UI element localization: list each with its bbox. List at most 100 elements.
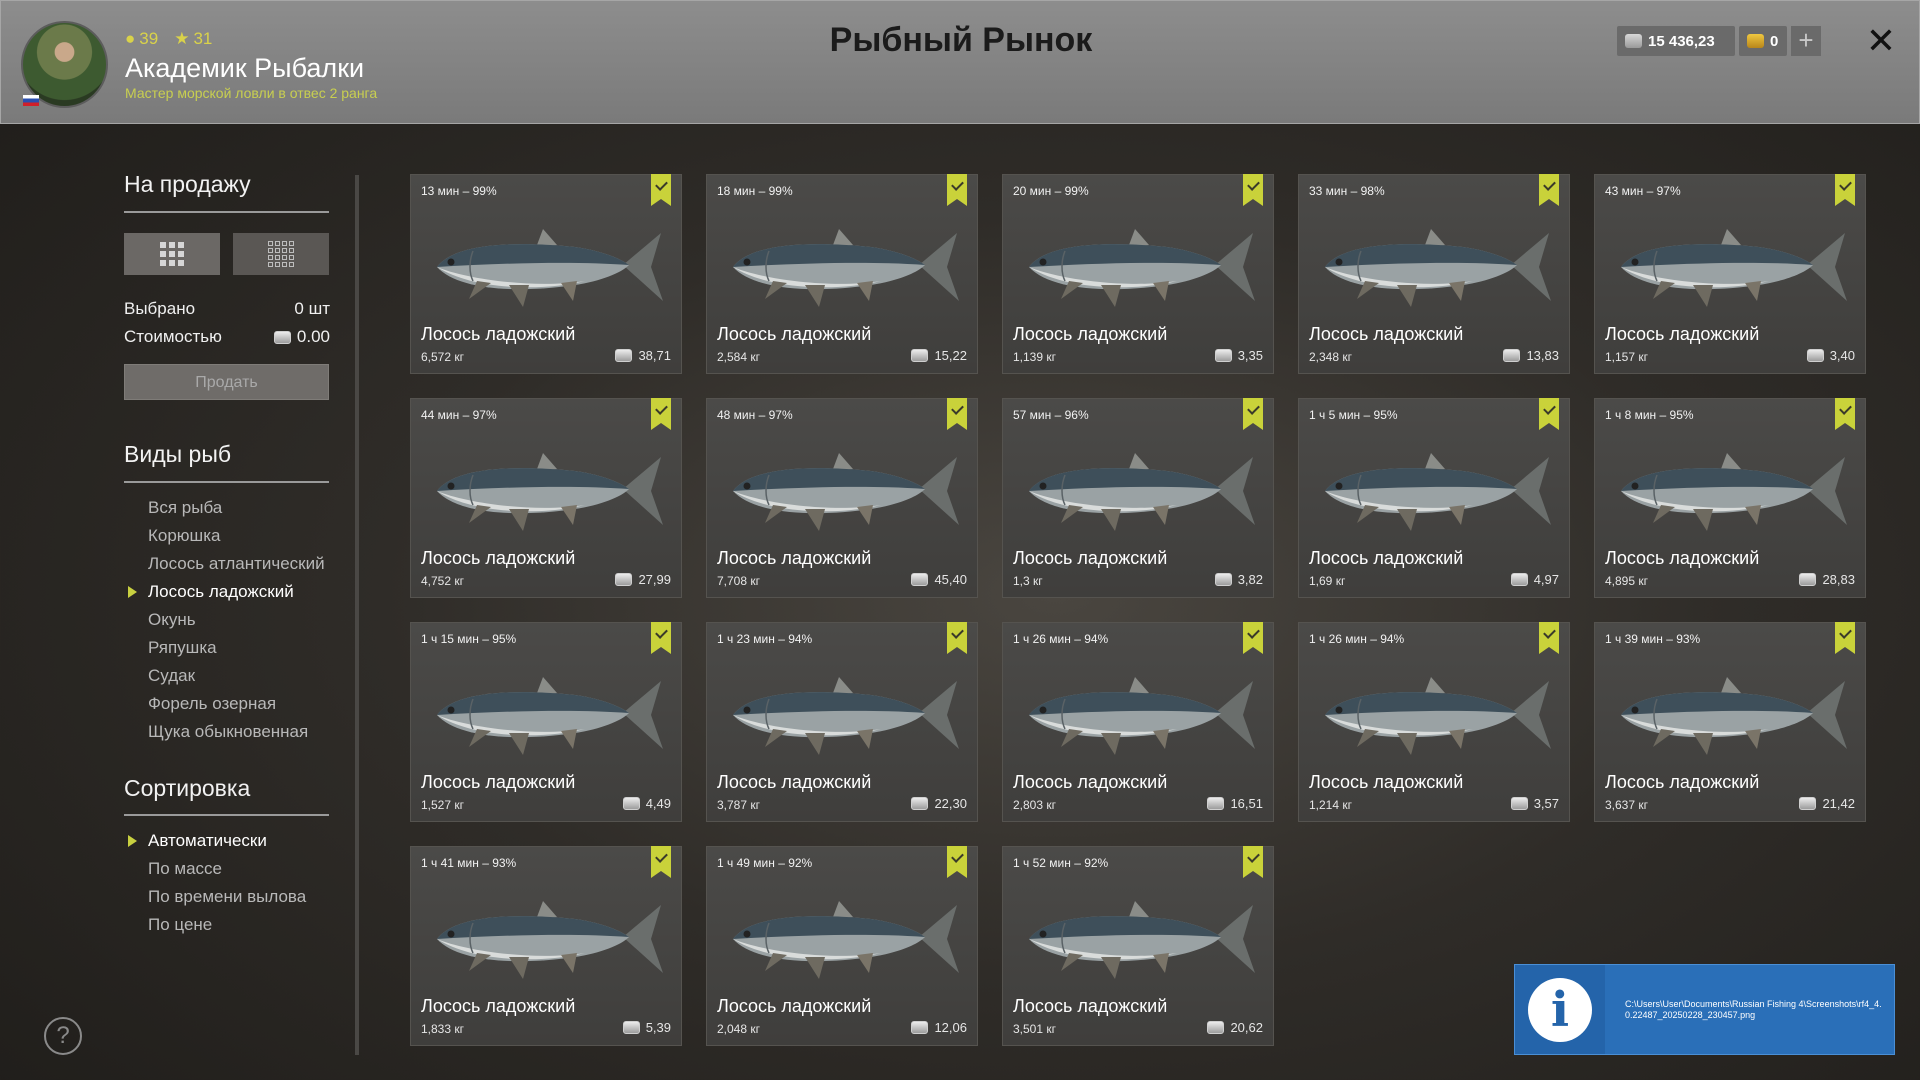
price-value: 45,40 (934, 572, 967, 587)
sort-item[interactable]: По массе (148, 855, 306, 883)
fish-card[interactable]: 1 ч 23 мин – 94% Лосось ладожский 3,787 … (706, 622, 978, 822)
selected-bookmark-icon[interactable] (947, 622, 967, 654)
fish-card[interactable]: 33 мин – 98% Лосось ладожский 2,348 кг 1… (1298, 174, 1570, 374)
silver-coin-icon (1207, 797, 1225, 810)
fish-card[interactable]: 57 мин – 96% Лосось ладожский 1,3 кг 3,8… (1002, 398, 1274, 598)
selected-bookmark-icon[interactable] (947, 174, 967, 206)
silver-coin-icon (1207, 1021, 1225, 1034)
fish-name: Лосось ладожский (1013, 772, 1168, 792)
selected-bookmark-icon[interactable] (1835, 174, 1855, 206)
price-value: 4,97 (1533, 572, 1559, 587)
price-value: 16,51 (1230, 796, 1263, 811)
silver-coin-icon (1503, 349, 1521, 362)
fish-card[interactable]: 1 ч 8 мин – 95% Лосось ладожский 4,895 к… (1594, 398, 1866, 598)
fish-price: 3,82 (1214, 572, 1263, 587)
selected-bookmark-icon[interactable] (947, 846, 967, 878)
catch-time: 1 ч 26 мин – 94% (1013, 632, 1109, 646)
fish-card[interactable]: 1 ч 52 мин – 92% Лосось ладожский 3,501 … (1002, 846, 1274, 1046)
selected-bookmark-icon[interactable] (1539, 398, 1559, 430)
sort-list: Автоматически По массе По времени вылова По… (127, 827, 306, 939)
selected-bookmark-icon[interactable] (651, 398, 671, 430)
catch-time: 1 ч 26 мин – 94% (1309, 632, 1405, 646)
fish-price: 28,83 (1799, 572, 1855, 587)
price-value: 13,83 (1526, 348, 1559, 363)
help-button[interactable]: ? (44, 1017, 82, 1055)
catch-time: 57 мин – 96% (1013, 408, 1089, 422)
price-value: 22,30 (934, 796, 967, 811)
silver-coin-icon (1214, 349, 1232, 362)
fish-card[interactable]: 48 мин – 97% Лосось ладожский 7,708 кг 4… (706, 398, 978, 598)
fish-weight: 2,584 кг (717, 350, 760, 364)
fish-name: Лосось ладожский (421, 996, 576, 1016)
fish-card[interactable]: 44 мин – 97% Лосось ладожский 4,752 кг 2… (410, 398, 682, 598)
species-item[interactable]: Ряпушка (148, 634, 325, 662)
selected-bookmark-icon[interactable] (1243, 622, 1263, 654)
fish-card[interactable]: 1 ч 41 мин – 93% Лосось ладожский 1,833 … (410, 846, 682, 1046)
fish-weight: 3,637 кг (1605, 798, 1648, 812)
fish-card[interactable]: 18 мин – 99% Лосось ладожский 2,584 кг 1… (706, 174, 978, 374)
selected-bookmark-icon[interactable] (1835, 622, 1855, 654)
selected-bookmark-icon[interactable] (651, 846, 671, 878)
fish-price: 38,71 (615, 348, 671, 363)
player-rank: Мастер морской ловли в отвес 2 ранга (125, 85, 378, 101)
add-currency-button[interactable]: + (1791, 26, 1821, 56)
selected-bookmark-icon[interactable] (651, 174, 671, 206)
species-section-title: Виды рыб (124, 441, 232, 467)
selected-bookmark-icon[interactable] (1243, 846, 1263, 878)
divider (124, 814, 329, 816)
sort-item[interactable]: По времени вылова (148, 883, 306, 911)
price-value: 12,06 (934, 1020, 967, 1035)
fish-card[interactable]: 1 ч 26 мин – 94% Лосось ладожский 1,214 … (1298, 622, 1570, 822)
selected-bookmark-icon[interactable] (651, 622, 671, 654)
fish-weight: 1,527 кг (421, 798, 464, 812)
fish-card[interactable]: 1 ч 15 мин – 95% Лосось ладожский 1,527 … (410, 622, 682, 822)
species-item[interactable]: Щука обыкновенная (148, 718, 325, 746)
sell-button[interactable]: Продать (124, 364, 329, 400)
species-item[interactable]: Окунь (148, 606, 325, 634)
fish-card[interactable]: 43 мин – 97% Лосось ладожский 1,157 кг 3… (1594, 174, 1866, 374)
fish-weight: 2,048 кг (717, 1022, 760, 1036)
selected-bookmark-icon[interactable] (1539, 622, 1559, 654)
fish-price: 3,35 (1214, 348, 1263, 363)
silver-coin-icon (911, 349, 929, 362)
fish-card[interactable]: 20 мин – 99% Лосось ладожский 1,139 кг 3… (1002, 174, 1274, 374)
selected-bookmark-icon[interactable] (947, 398, 967, 430)
sort-item[interactable]: Автоматически (127, 827, 306, 855)
price-value: 3,40 (1829, 348, 1855, 363)
price-value: 27,99 (638, 572, 671, 587)
fish-card[interactable]: 1 ч 26 мин – 94% Лосось ладожский 2,803 … (1002, 622, 1274, 822)
grid-small-icon (268, 241, 294, 267)
selected-bookmark-icon[interactable] (1835, 398, 1855, 430)
selected-bookmark-icon[interactable] (1243, 398, 1263, 430)
selected-bookmark-icon[interactable] (1243, 174, 1263, 206)
species-item[interactable]: Форель озерная (148, 690, 325, 718)
selected-bookmark-icon[interactable] (1539, 174, 1559, 206)
sort-section-title: Сортировка (124, 775, 251, 801)
gold-balance: 0 (1739, 26, 1787, 56)
fish-name: Лосось ладожский (1309, 324, 1464, 344)
russia-flag-icon (23, 95, 39, 106)
species-item[interactable]: Вся рыба (148, 494, 325, 522)
species-item[interactable]: Судак (148, 662, 325, 690)
catch-time: 1 ч 49 мин – 92% (717, 856, 813, 870)
fish-card[interactable]: 1 ч 39 мин – 93% Лосось ладожский 3,637 … (1594, 622, 1866, 822)
small-grid-view-button[interactable] (233, 233, 329, 275)
catch-time: 1 ч 52 мин – 92% (1013, 856, 1109, 870)
catch-time: 1 ч 41 мин – 93% (421, 856, 517, 870)
fish-card[interactable]: 13 мин – 99% Лосось ладожский 6,572 кг 3… (410, 174, 682, 374)
fish-card[interactable]: 1 ч 5 мин – 95% Лосось ладожский 1,69 кг… (1298, 398, 1570, 598)
price-value: 3,57 (1533, 796, 1559, 811)
fish-price: 22,30 (911, 796, 967, 811)
close-button[interactable]: ✕ (1863, 23, 1899, 59)
fish-name: Лосось ладожский (1605, 772, 1760, 792)
large-grid-view-button[interactable] (124, 233, 220, 275)
divider (124, 211, 329, 213)
species-item[interactable]: Лосось атлантический (148, 550, 325, 578)
grid-large-icon (160, 242, 184, 266)
species-item[interactable]: Корюшка (148, 522, 325, 550)
fish-card[interactable]: 1 ч 49 мин – 92% Лосось ладожский 2,048 … (706, 846, 978, 1046)
species-item[interactable]: Лосось ладожский (128, 578, 325, 606)
fish-price: 27,99 (615, 572, 671, 587)
screenshot-notification[interactable]: i C:\Users\User\Documents\Russian Fishin… (1514, 964, 1895, 1055)
sort-item[interactable]: По цене (148, 911, 306, 939)
